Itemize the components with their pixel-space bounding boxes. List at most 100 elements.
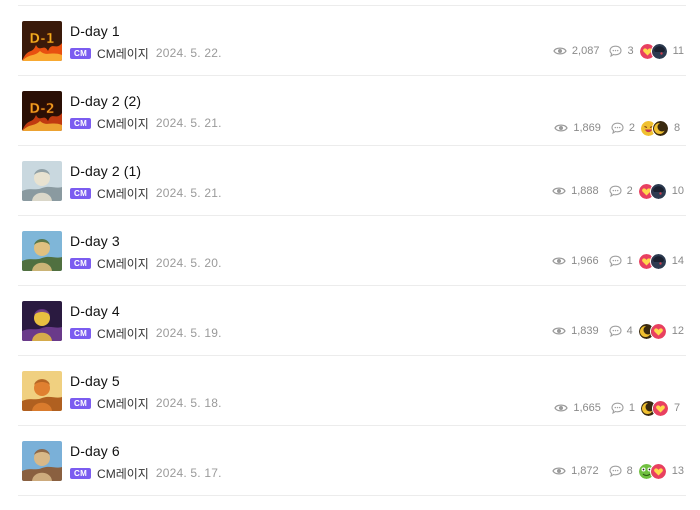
reaction-count: 10: [671, 185, 684, 197]
comment-count: 3: [627, 45, 634, 57]
comment-icon: [609, 255, 622, 267]
cm-badge: CM: [70, 397, 92, 409]
post-stats: 2,087 3 11: [553, 42, 684, 60]
reaction-icons[interactable]: [640, 399, 669, 417]
post-stats: 1,872 8 13: [552, 462, 684, 480]
dark-character-emoji-icon: [649, 252, 667, 270]
comment-count: 1: [628, 402, 635, 414]
view-count: 1,966: [571, 255, 599, 267]
comment-count: 1: [626, 255, 633, 267]
post-meta: CM CM레이지 2024. 5. 17.: [70, 465, 222, 481]
post-author[interactable]: CM레이지: [97, 395, 149, 412]
post-author[interactable]: CM레이지: [97, 115, 149, 132]
post-author[interactable]: CM레이지: [97, 325, 149, 342]
view-count: 1,665: [573, 402, 601, 414]
heart-emoji-icon: [649, 462, 667, 480]
reaction-count: 12: [671, 325, 684, 337]
reaction-count: 7: [674, 402, 681, 414]
reaction-count: 13: [671, 465, 684, 477]
cm-badge: CM: [70, 117, 92, 129]
post-date: 2024. 5. 22.: [155, 46, 222, 60]
comment-icon: [609, 45, 623, 57]
post-date: 2024. 5. 18.: [155, 396, 222, 410]
eye-icon: [553, 46, 567, 56]
view-count: 2,087: [571, 45, 600, 57]
post-thumbnail[interactable]: [22, 371, 62, 411]
post-date: 2024. 5. 19.: [155, 326, 222, 340]
post-row[interactable]: D-1 D-day 1 CM CM레이지 2024. 5. 22. 2,087 3 11: [18, 5, 686, 75]
comment-icon: [611, 402, 624, 414]
post-meta: CM CM레이지 2024. 5. 22.: [70, 45, 222, 61]
post-title[interactable]: D-day 5: [70, 373, 120, 389]
post-date: 2024. 5. 20.: [155, 256, 222, 270]
post-title[interactable]: D-day 2 (2): [70, 93, 141, 109]
comment-count: 2: [628, 122, 635, 134]
svg-text:D-2: D-2: [29, 102, 54, 117]
heart-emoji-icon: [652, 399, 669, 417]
post-meta: CM CM레이지 2024. 5. 20.: [70, 255, 222, 271]
post-row[interactable]: D-day 5 CM CM레이지 2024. 5. 18. 1,665 1 7: [18, 355, 686, 425]
post-stats: 1,966 1 14: [552, 252, 684, 270]
dark-character-emoji-icon: [649, 182, 667, 200]
post-author[interactable]: CM레이지: [97, 185, 149, 202]
view-count: 1,869: [573, 122, 601, 134]
reaction-icons[interactable]: [637, 252, 667, 270]
post-stats: 1,839 4 12: [552, 322, 684, 340]
post-meta: CM CM레이지 2024. 5. 21.: [70, 185, 222, 201]
eye-icon: [554, 403, 569, 413]
eye-icon: [552, 466, 566, 476]
post-thumbnail[interactable]: [22, 161, 62, 201]
cm-badge: CM: [70, 327, 92, 339]
post-thumbnail[interactable]: [22, 231, 62, 271]
reaction-icons[interactable]: [638, 42, 668, 60]
comment-icon: [609, 465, 622, 477]
post-title[interactable]: D-day 4: [70, 303, 120, 319]
reaction-icons[interactable]: [637, 182, 667, 200]
post-date: 2024. 5. 21.: [155, 186, 222, 200]
post-row[interactable]: D-day 3 CM CM레이지 2024. 5. 20. 1,966 1 14: [18, 215, 686, 285]
reaction-icons[interactable]: [637, 462, 667, 480]
post-title[interactable]: D-day 2 (1): [70, 163, 141, 179]
post-thumbnail[interactable]: D-1: [22, 21, 62, 61]
reaction-count: 11: [672, 45, 684, 57]
moon-emoji-icon: [652, 119, 669, 137]
reaction-icons[interactable]: [640, 119, 669, 137]
post-author[interactable]: CM레이지: [97, 45, 149, 62]
post-thumbnail[interactable]: D-2: [22, 91, 62, 131]
post-list: D-1 D-day 1 CM CM레이지 2024. 5. 22. 2,087 3 11 D-2…: [18, 5, 686, 496]
eye-icon: [552, 186, 566, 196]
post-thumbnail[interactable]: [22, 301, 62, 341]
cm-badge: CM: [70, 467, 92, 479]
comment-icon: [611, 122, 624, 134]
post-row[interactable]: D-day 4 CM CM레이지 2024. 5. 19. 1,839 4 12: [18, 285, 686, 355]
post-row[interactable]: D-2 D-day 2 (2) CM CM레이지 2024. 5. 21. 1,869 2 8: [18, 75, 686, 145]
cm-badge: CM: [70, 47, 92, 59]
reaction-icons[interactable]: [637, 322, 667, 340]
post-thumbnail[interactable]: [22, 441, 62, 481]
comment-icon: [609, 185, 622, 197]
post-stats: 1,665 1 7: [554, 399, 684, 417]
post-meta: CM CM레이지 2024. 5. 19.: [70, 325, 222, 341]
post-stats: 1,888 2 10: [552, 182, 684, 200]
comment-icon: [609, 325, 622, 337]
cm-badge: CM: [70, 257, 92, 269]
post-row[interactable]: D-day 6 CM CM레이지 2024. 5. 17. 1,872 8 13: [18, 425, 686, 496]
dark-character-emoji-icon: [650, 42, 668, 60]
post-date: 2024. 5. 21.: [155, 116, 222, 130]
view-count: 1,888: [571, 185, 599, 197]
post-date: 2024. 5. 17.: [155, 466, 222, 480]
reaction-count: 14: [671, 255, 684, 267]
post-title[interactable]: D-day 3: [70, 233, 120, 249]
post-stats: 1,869 2 8: [554, 119, 684, 137]
eye-icon: [552, 326, 566, 336]
post-row[interactable]: D-day 2 (1) CM CM레이지 2024. 5. 21. 1,888 2 10: [18, 145, 686, 215]
post-author[interactable]: CM레이지: [97, 465, 149, 482]
reaction-count: 8: [674, 122, 681, 134]
svg-text:D-1: D-1: [29, 32, 54, 47]
post-meta: CM CM레이지 2024. 5. 18.: [70, 395, 222, 411]
post-title[interactable]: D-day 1: [70, 23, 120, 39]
comment-count: 8: [626, 465, 633, 477]
post-author[interactable]: CM레이지: [97, 255, 149, 272]
comment-count: 2: [626, 185, 633, 197]
post-title[interactable]: D-day 6: [70, 443, 120, 459]
